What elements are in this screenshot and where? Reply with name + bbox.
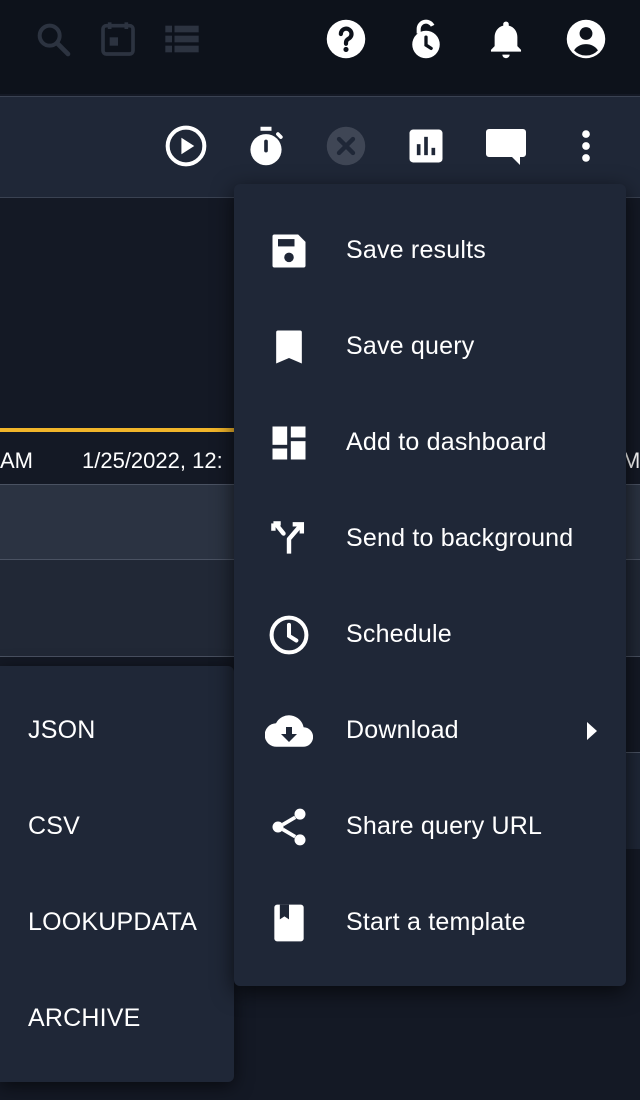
time-label-left: AM: [0, 448, 33, 473]
download-submenu: JSON CSV LOOKUPDATA ARCHIVE: [0, 666, 234, 1082]
menu-item-label: Download: [346, 716, 459, 744]
menu-item-label: CSV: [28, 811, 81, 840]
notifications-icon[interactable]: [479, 12, 533, 66]
comment-icon[interactable]: [479, 119, 533, 173]
menu-item-start-a-template[interactable]: Start a template: [234, 874, 626, 970]
menu-item-send-to-background[interactable]: Send to background: [234, 490, 626, 586]
calendar-icon[interactable]: [91, 12, 145, 66]
query-toolbar: [0, 96, 640, 198]
more-vert-icon[interactable]: [559, 119, 613, 173]
submenu-arrow-icon: [582, 718, 602, 744]
chart-icon[interactable]: [399, 119, 453, 173]
menu-item-label: Send to background: [346, 524, 574, 552]
menu-item-label: Add to dashboard: [346, 428, 547, 456]
search-icon[interactable]: [26, 12, 80, 66]
time-label-timestamp: 1/25/2022, 12:: [82, 448, 223, 473]
download-archive-option[interactable]: ARCHIVE: [0, 970, 234, 1066]
save-icon: [264, 226, 314, 276]
menu-item-label: LOOKUPDATA: [28, 907, 198, 936]
list-icon[interactable]: [155, 12, 209, 66]
stopwatch-icon[interactable]: [239, 119, 293, 173]
menu-item-label: Save results: [346, 236, 486, 264]
menu-item-save-query[interactable]: Save query: [234, 298, 626, 394]
help-icon[interactable]: [319, 12, 373, 66]
cancel-icon[interactable]: [319, 119, 373, 173]
menu-item-add-to-dashboard[interactable]: Add to dashboard: [234, 394, 626, 490]
menu-item-label: Start a template: [346, 908, 526, 936]
run-icon[interactable]: [159, 119, 213, 173]
menu-item-label: Save query: [346, 332, 475, 360]
menu-item-schedule[interactable]: Schedule: [234, 586, 626, 682]
top-app-bar: [0, 0, 640, 94]
dashboard-icon: [264, 418, 314, 468]
download-json-option[interactable]: JSON: [0, 682, 234, 778]
menu-item-save-results[interactable]: Save results: [234, 202, 626, 298]
overflow-menu: Save results Save query Add to dashboard…: [234, 184, 626, 986]
share-icon: [264, 802, 314, 852]
menu-item-label: Share query URL: [346, 812, 543, 840]
menu-item-download[interactable]: Download: [234, 682, 626, 778]
account-icon[interactable]: [559, 12, 613, 66]
timer-lock-icon[interactable]: [399, 12, 453, 66]
menu-item-label: JSON: [28, 715, 96, 744]
download-lookupdata-option[interactable]: LOOKUPDATA: [0, 874, 234, 970]
download-csv-option[interactable]: CSV: [0, 778, 234, 874]
template-icon: [264, 898, 314, 948]
menu-item-label: ARCHIVE: [28, 1003, 141, 1032]
menu-item-label: Schedule: [346, 620, 452, 648]
cloud-download-icon: [264, 706, 314, 756]
bookmark-icon: [264, 322, 314, 372]
menu-item-share-query-url[interactable]: Share query URL: [234, 778, 626, 874]
fork-icon: [264, 514, 314, 564]
clock-icon: [264, 610, 314, 660]
